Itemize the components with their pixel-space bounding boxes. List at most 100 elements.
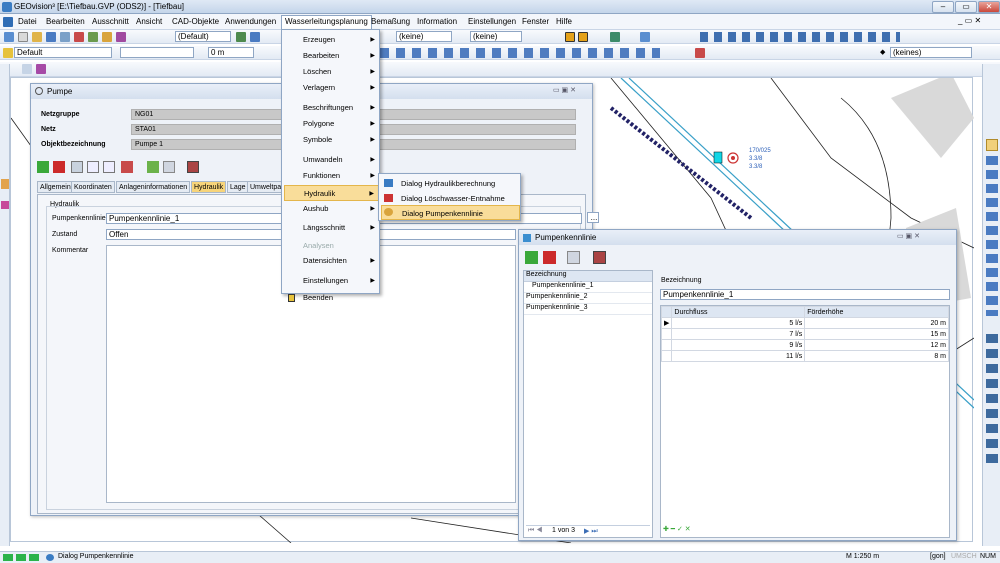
menu-item-l-ngsschnitt[interactable]: Längsschnitt ▶ xyxy=(284,220,379,236)
frame2-icon[interactable] xyxy=(578,32,588,42)
menu-item-aushub[interactable]: Aushub ▶ xyxy=(284,201,379,217)
menu-item-erzeugen[interactable]: Erzeugen ▶ xyxy=(284,32,379,48)
menu-information[interactable]: Information xyxy=(414,16,460,27)
zoom-tools-icon[interactable] xyxy=(986,156,998,316)
select-icon[interactable] xyxy=(87,161,99,173)
add-curve-icon[interactable] xyxy=(525,251,538,264)
menu-hilfe[interactable]: Hilfe xyxy=(553,16,575,27)
link-icon[interactable] xyxy=(163,161,175,173)
remove-icon[interactable] xyxy=(53,161,65,173)
menu-dialog-pumpenkennlinie[interactable]: Dialog Pumpenkennlinie xyxy=(381,205,520,220)
save-icon[interactable] xyxy=(46,32,56,42)
fill-combo[interactable]: (keine) xyxy=(470,31,522,42)
menu-item-beenden[interactable]: Beenden xyxy=(284,290,379,306)
maximize-button[interactable]: ▭ xyxy=(955,1,977,13)
menu-wasserleitungsplanung[interactable]: Wasserleitungsplanung xyxy=(281,15,372,30)
print-icon[interactable] xyxy=(60,32,70,42)
foerderhoehe-header[interactable]: Förderhöhe xyxy=(804,306,949,318)
durchfluss-cell[interactable]: 5 l/s xyxy=(671,317,806,329)
paste-icon[interactable] xyxy=(102,32,112,42)
linetype-combo[interactable] xyxy=(120,47,194,58)
menu-item-einstellungen[interactable]: Einstellungen ▶ xyxy=(284,273,379,289)
tab-koordinaten[interactable]: Koordinaten xyxy=(71,181,115,193)
marker-icon[interactable] xyxy=(695,48,705,58)
add-icon[interactable] xyxy=(37,161,49,173)
menu-item-funktionen[interactable]: Funktionen ▶ xyxy=(284,168,379,184)
menu-item-l-schen[interactable]: Löschen ▶ xyxy=(284,64,379,80)
menu-item-symbole[interactable]: Symbole ▶ xyxy=(284,132,379,148)
tab-lage[interactable]: Lage xyxy=(227,181,249,193)
grid-icon[interactable] xyxy=(610,32,620,42)
menu-cad-objekte[interactable]: CAD-Objekte xyxy=(169,16,222,27)
print-icon[interactable] xyxy=(71,161,83,173)
remove-curve-icon[interactable] xyxy=(543,251,556,264)
tab-allgemein[interactable]: Allgemein xyxy=(37,181,74,193)
menu-item-bearbeiten[interactable]: Bearbeiten ▶ xyxy=(284,48,379,64)
pointer-icon[interactable] xyxy=(4,32,14,42)
menu-bearbeiten[interactable]: Bearbeiten xyxy=(43,16,88,27)
foerderhoehe-cell[interactable]: 12 m xyxy=(804,339,949,351)
menu-anwendungen[interactable]: Anwendungen xyxy=(222,16,279,27)
status-scale[interactable]: M 1:250 m xyxy=(846,553,879,560)
menu-dialog-hydraulikberechnung[interactable]: Dialog Hydraulikberechnung xyxy=(381,176,520,191)
cad-tools-icon[interactable] xyxy=(986,334,998,464)
delete-icon[interactable] xyxy=(74,32,84,42)
snap-tools-icon[interactable] xyxy=(700,32,900,42)
menu-item-hydraulik[interactable]: Hydraulik ▶ xyxy=(284,185,379,201)
tool-active-icon[interactable] xyxy=(1,179,9,189)
tab-umweltparameter[interactable]: Umweltpa xyxy=(247,181,285,193)
link-curve-icon[interactable] xyxy=(567,251,580,264)
menu-item-polygone[interactable]: Polygone ▶ xyxy=(284,116,379,132)
durchfluss-header[interactable]: Durchfluss xyxy=(671,306,806,318)
foerderhoehe-cell[interactable]: 8 m xyxy=(804,350,949,362)
draw-icon[interactable] xyxy=(250,32,260,42)
pumpenkennlinie-window-controls[interactable]: ▭ ▣ ✕ xyxy=(897,232,920,240)
pumpe-window-controls[interactable]: ▭ ▣ ✕ xyxy=(553,86,576,94)
style-combo[interactable]: (Default) xyxy=(175,31,231,42)
pumpenkennlinie-browse-button[interactable]: ... xyxy=(587,212,599,223)
table-row[interactable]: ▶ 5 l/s 20 m xyxy=(660,317,949,329)
symbol-combo[interactable]: (keines) xyxy=(890,47,972,58)
durchfluss-cell[interactable]: 9 l/s xyxy=(671,339,806,351)
export-icon[interactable] xyxy=(147,161,159,173)
grid-edit-toolbar[interactable]: ✚ ━ ✓ ✕ xyxy=(663,525,723,535)
line-style-combo[interactable]: (keine) xyxy=(396,31,452,42)
foerderhoehe-cell[interactable]: 20 m xyxy=(804,317,949,329)
curve-report-icon[interactable] xyxy=(593,251,606,264)
filter-icon[interactable] xyxy=(36,64,46,74)
delete-object-icon[interactable] xyxy=(121,161,133,173)
draw-tools-icon[interactable] xyxy=(380,48,660,58)
menu-item-umwandeln[interactable]: Umwandeln ▶ xyxy=(284,152,379,168)
list-item[interactable]: Pumpenkennlinie_3 xyxy=(524,304,652,315)
report-icon[interactable] xyxy=(187,161,199,173)
menu-datei[interactable]: Datei xyxy=(15,16,40,27)
zoom-icon[interactable] xyxy=(103,161,115,173)
pager-first-icon[interactable]: ⏮ ◀ xyxy=(528,527,543,535)
zoom-window-icon[interactable] xyxy=(986,139,998,151)
menu-einstellungen[interactable]: Einstellungen xyxy=(465,16,519,27)
menu-item-datensichten[interactable]: Datensichten ▶ xyxy=(284,253,379,269)
menu-item-verlagern[interactable]: Verlagern ▶ xyxy=(284,80,379,96)
menu-fenster[interactable]: Fenster xyxy=(519,16,552,27)
pager-next-icon[interactable]: ▶ ⏭ xyxy=(584,527,598,536)
list-item[interactable]: Pumpenkennlinie_2 xyxy=(524,293,652,304)
mdi-window-controls[interactable]: _ ▭ ✕ xyxy=(958,16,981,25)
menu-bemassung[interactable]: Bemaßung xyxy=(368,16,413,27)
tab-anlageninformationen[interactable]: Anlageninformationen xyxy=(116,181,191,193)
durchfluss-cell[interactable]: 7 l/s xyxy=(671,328,806,340)
table-row[interactable]: 11 l/s 8 m xyxy=(660,350,949,362)
close-button[interactable]: ✕ xyxy=(978,1,1000,13)
menu-ansicht[interactable]: Ansicht xyxy=(133,16,165,27)
layer-combo[interactable]: Default xyxy=(14,47,112,58)
menu-ausschnitt[interactable]: Ausschnitt xyxy=(89,16,132,27)
table-row[interactable]: 9 l/s 12 m xyxy=(660,339,949,351)
offset-combo[interactable]: 0 m xyxy=(208,47,254,58)
menu-item-beschriftungen[interactable]: Beschriftungen ▶ xyxy=(284,100,379,116)
minimize-button[interactable]: – xyxy=(932,1,954,13)
durchfluss-cell[interactable]: 11 l/s xyxy=(671,350,806,362)
new-icon[interactable] xyxy=(18,32,28,42)
open-icon[interactable] xyxy=(32,32,42,42)
menu-item-analysen[interactable]: Analysen xyxy=(284,238,379,254)
tool-edit-icon[interactable] xyxy=(1,201,9,209)
snap-icon[interactable] xyxy=(640,32,650,42)
